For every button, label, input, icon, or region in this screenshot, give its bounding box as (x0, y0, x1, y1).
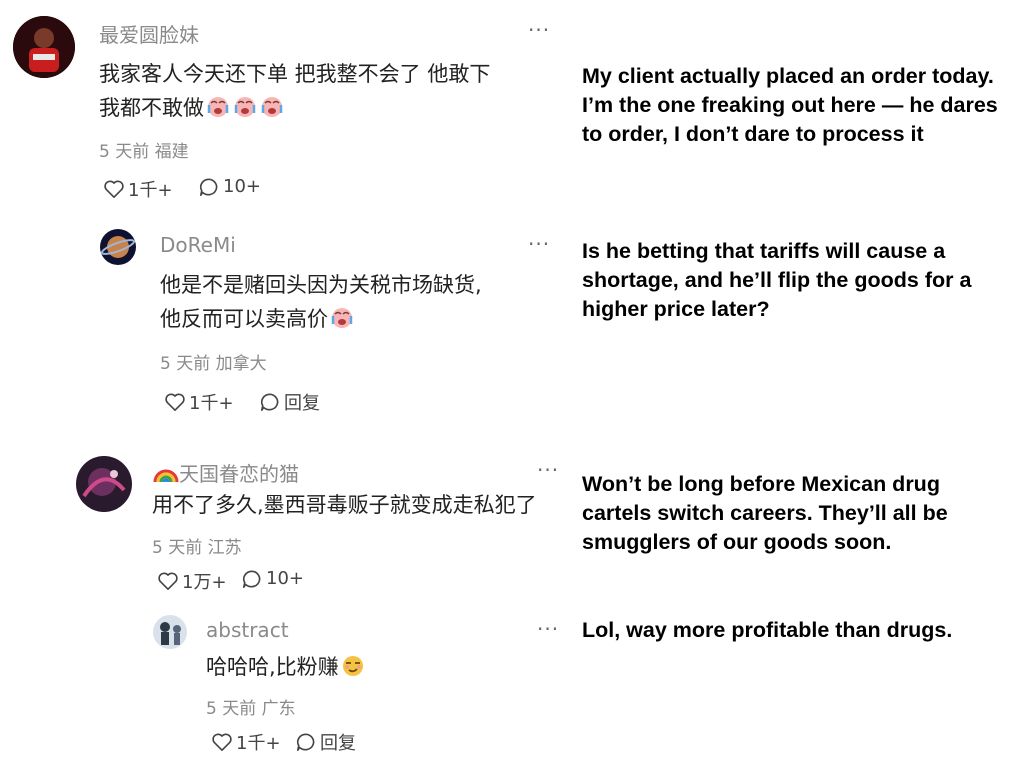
comment-text: 我家客人今天还下单 把我整不会了 他敢下 我都不敢做 (99, 57, 490, 129)
comment-text-line: 哈哈哈,比粉赚 (206, 650, 366, 688)
comment-text-span: 我都不敢做 (99, 96, 204, 120)
avatar[interactable] (153, 615, 187, 649)
username[interactable]: 最爱圆脸妹 (99, 19, 199, 48)
reply-count-button[interactable]: 10+ (241, 568, 304, 589)
translation-text: Lol, way more profitable than drugs. (582, 618, 953, 642)
avatar[interactable] (76, 456, 132, 512)
reply-label: 回复 (284, 393, 320, 414)
heart-icon (212, 733, 232, 751)
comment-text-line: 他反而可以卖高价 (160, 302, 482, 340)
more-options-icon[interactable]: ··· (528, 232, 550, 256)
comment-text: 用不了多久,墨西哥毒贩子就变成走私犯了 (152, 488, 537, 522)
translation-text: My client actually placed an order today… (582, 64, 998, 146)
reply-count-button[interactable]: 10+ (198, 176, 261, 197)
heart-icon (158, 572, 178, 590)
comment-text: 他是不是赌回头因为关税市场缺货, 他反而可以卖高价 (160, 268, 482, 340)
crying-emoji-icon (205, 95, 231, 129)
username[interactable]: 天国眷恋的猫 (152, 458, 299, 489)
reply-count: 10+ (266, 568, 304, 589)
comment-text-line: 我都不敢做 (99, 91, 490, 129)
crying-emoji-icon (232, 95, 258, 129)
reply-button[interactable]: 回复 (295, 729, 356, 755)
like-button[interactable]: 1千+ (211, 729, 281, 755)
comment-text-span: 他反而可以卖高价 (160, 307, 328, 331)
comment-text-line: 我家客人今天还下单 把我整不会了 他敢下 (99, 62, 491, 86)
comment-icon (199, 177, 218, 196)
username[interactable]: abstract (206, 618, 289, 642)
smirk-emoji-icon (340, 654, 366, 688)
more-options-icon[interactable]: ··· (528, 18, 550, 42)
comment-meta: 5 天前 加拿大 (160, 354, 267, 374)
like-button[interactable]: 1万+ (157, 568, 227, 594)
heart-icon (165, 393, 185, 411)
like-count: 1千+ (189, 393, 234, 414)
translation-text: Won’t be long before Mexican drug cartel… (582, 472, 948, 554)
reply-label: 回复 (320, 733, 356, 754)
more-options-icon[interactable]: ··· (537, 617, 559, 641)
avatar[interactable] (13, 16, 75, 78)
comment-meta: 5 天前 江苏 (152, 538, 242, 558)
rainbow-icon (153, 462, 179, 489)
translation-text: Is he betting that tariffs will cause a … (582, 239, 972, 321)
crying-emoji-icon (329, 306, 355, 340)
like-button[interactable]: 1千+ (164, 389, 234, 415)
like-count: 1千+ (128, 180, 173, 201)
like-button[interactable]: 1千+ (103, 176, 173, 202)
reply-button[interactable]: 回复 (259, 389, 320, 415)
heart-icon (104, 180, 124, 198)
comment-text-span: 哈哈哈,比粉赚 (206, 655, 339, 679)
comment-meta: 5 天前 广东 (206, 699, 296, 719)
avatar[interactable] (100, 229, 136, 265)
comment-meta: 5 天前 福建 (99, 142, 189, 162)
comment-icon (296, 733, 315, 751)
comment-icon (242, 569, 261, 588)
username[interactable]: DoReMi (160, 233, 236, 257)
comment-text-line: 他是不是赌回头因为关税市场缺货, (160, 273, 482, 297)
like-count: 1千+ (236, 733, 281, 754)
comment-icon (260, 393, 279, 411)
comment-text: 哈哈哈,比粉赚 (206, 650, 366, 688)
username-text: 天国眷恋的猫 (179, 462, 299, 486)
like-count: 1万+ (182, 572, 227, 593)
reply-count: 10+ (223, 176, 261, 197)
more-options-icon[interactable]: ··· (537, 458, 559, 482)
crying-emoji-icon (259, 95, 285, 129)
comment-text-line: 用不了多久,墨西哥毒贩子就变成走私犯了 (152, 493, 537, 517)
